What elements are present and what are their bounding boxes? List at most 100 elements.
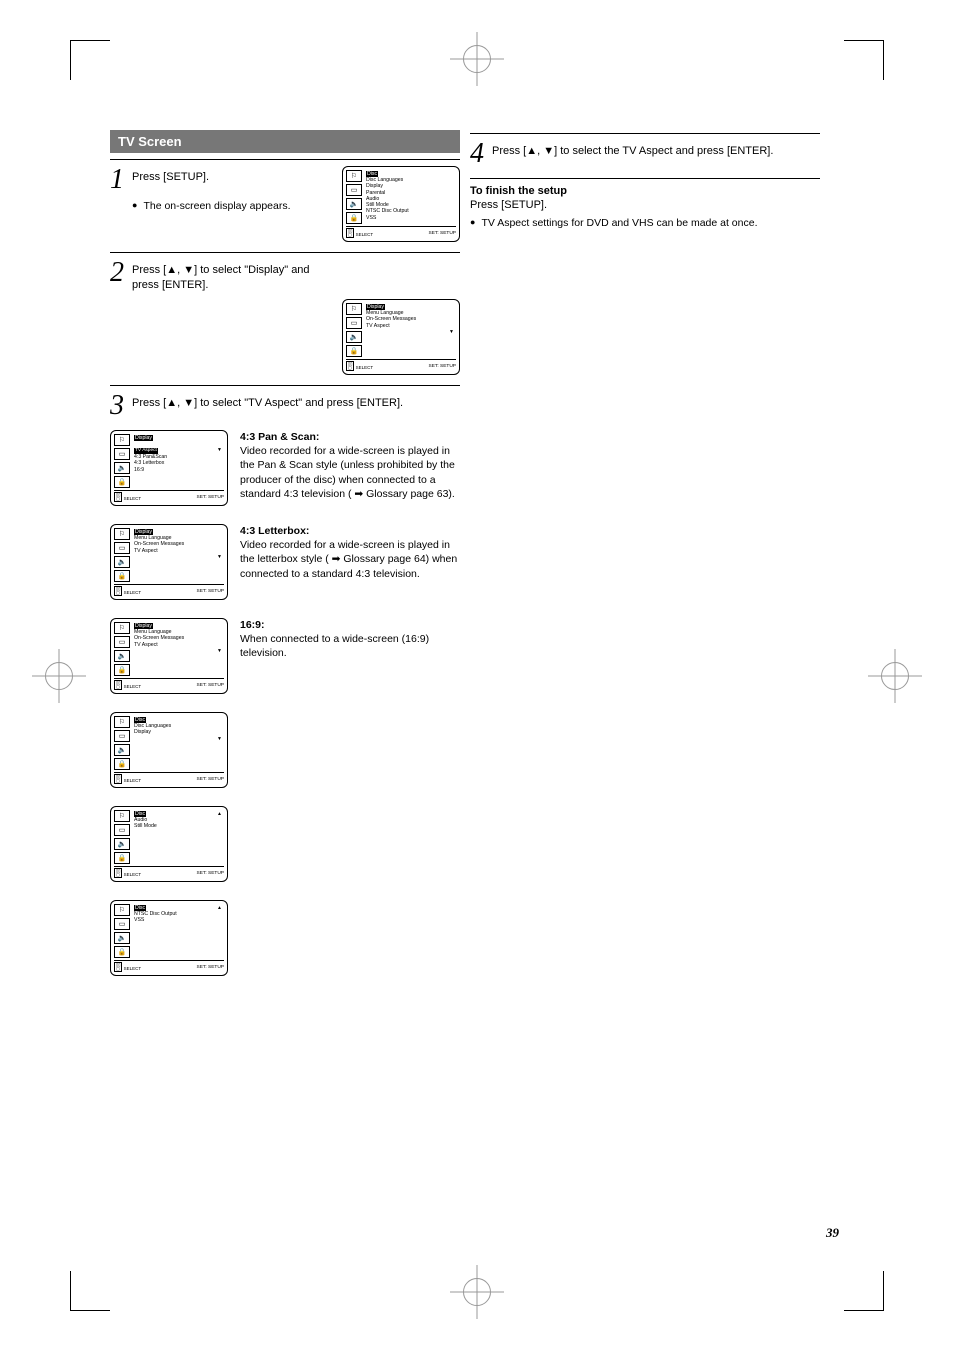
speaker-icon: 🔈 — [346, 331, 362, 343]
up-arrow-icon: ▲ — [217, 811, 222, 817]
osd-v3-fm: SET: SETUP — [197, 683, 224, 688]
to-finish-bullet: TV Aspect settings for DVD and VHS can b… — [481, 217, 757, 231]
crop-mark-tr — [844, 40, 884, 80]
flag-icon: ⚐ — [114, 716, 130, 728]
step-number-2: 2 — [110, 259, 124, 287]
crop-mark-tl — [70, 40, 110, 80]
step-1: 1 Press [SETUP]. ● The on-screen display… — [110, 166, 460, 242]
bullet-icon: ● — [470, 217, 475, 231]
flag-icon: ⚐ — [114, 528, 130, 540]
flag-icon: ⚐ — [346, 170, 362, 182]
lock-icon: 🔒 — [114, 476, 130, 488]
speaker-icon: 🔈 — [346, 198, 362, 210]
osd-v4-i1: Display — [134, 729, 222, 735]
down-arrow-icon: ▼ — [217, 554, 222, 560]
crop-mark-br — [844, 1271, 884, 1311]
osd-v4-fl: SELECT — [124, 778, 142, 783]
lock-icon: 🔒 — [114, 946, 130, 958]
osd-screenshot-2: ⚐ ▭ 🔈 🔒 Display Menu Language On-Screen … — [342, 299, 460, 375]
osd-variant-5: ⚐ ▭ 🔈 🔒 Disc ▲ Audio Still Mode ▯▯▢ SELE… — [110, 806, 228, 882]
step-3: 3 Press [▲, ▼] to select "TV Aspect" and… — [110, 392, 460, 420]
tv-icon: ▭ — [346, 317, 362, 329]
osd-variant-3: ⚐ ▭ 🔈 🔒 Display Menu Language On-Screen … — [110, 618, 228, 694]
speaker-icon: 🔈 — [114, 650, 130, 662]
tv-icon: ▭ — [114, 730, 130, 742]
osd-screenshot-1: ⚐ ▭ 🔈 🔒 Disc Disc Languages Display Pare… — [342, 166, 460, 242]
osd-v1-fm: SET: SETUP — [197, 495, 224, 500]
step-number-3: 3 — [110, 392, 124, 420]
tv-icon: ▭ — [114, 542, 130, 554]
wide-title: 16:9: — [240, 618, 460, 632]
step-2-text: Press [▲, ▼] to select "Display" and pre… — [132, 259, 332, 293]
osd2-fm: SET: SETUP — [429, 364, 456, 369]
lock-icon: 🔒 — [114, 570, 130, 582]
osd-v5-fl: SELECT — [124, 872, 142, 877]
speaker-icon: 🔈 — [114, 744, 130, 756]
divider — [110, 385, 460, 386]
down-arrow-icon: ▼ — [217, 736, 222, 742]
step-4: 4 Press [▲, ▼] to select the TV Aspect a… — [470, 140, 820, 168]
speaker-icon: 🔈 — [114, 556, 130, 568]
registration-mark-right — [868, 649, 922, 703]
osd1-fm: SET: SETUP — [429, 231, 456, 236]
up-arrow-icon: ▲ — [217, 905, 222, 911]
divider — [110, 159, 460, 160]
wide-text: When connected to a wide-screen (16:9) t… — [240, 632, 460, 660]
osd-v1-fl: SELECT — [124, 496, 142, 501]
step-1-bullet: The on-screen display appears. — [143, 200, 290, 214]
down-arrow-icon: ▼ — [217, 447, 222, 453]
left-column: TV Screen 1 Press [SETUP]. ● The on-scre… — [110, 130, 460, 976]
osd-variants: ⚐ ▭ 🔈 🔒 Display ▼ TV Aspect 4:3 Pan&Scan… — [110, 430, 460, 976]
osd1-i6: VSS — [366, 215, 454, 221]
registration-mark-left — [32, 649, 86, 703]
to-finish-body: Press [SETUP]. — [470, 199, 820, 211]
flag-icon: ⚐ — [346, 303, 362, 315]
osd-variant-1: ⚐ ▭ 🔈 🔒 Display ▼ TV Aspect 4:3 Pan&Scan… — [110, 430, 228, 506]
down-arrow-icon: ▼ — [449, 329, 454, 335]
step-1-text: Press [SETUP]. — [132, 166, 209, 185]
lb-text: Video recorded for a wide-screen is play… — [240, 538, 460, 581]
right-arrow-icon: ➡ — [332, 553, 341, 565]
osd-v2-fm: SET: SETUP — [197, 589, 224, 594]
speaker-icon: 🔈 — [114, 838, 130, 850]
osd2-fl: SELECT — [356, 365, 374, 370]
page-number: 39 — [826, 1225, 839, 1241]
lb-title: 4:3 Letterbox: — [240, 524, 460, 538]
section-heading-tv-screen: TV Screen — [110, 130, 460, 153]
divider — [470, 178, 820, 179]
up-down-icon: ▲, ▼ — [166, 264, 194, 276]
osd-v1-i2: 16:9 — [134, 467, 222, 473]
divider — [110, 252, 460, 253]
osd-variant-4: ⚐ ▭ 🔈 🔒 Disc Disc Languages Display ▼ ▯▯… — [110, 712, 228, 788]
tv-icon: ▭ — [114, 824, 130, 836]
lock-icon: 🔒 — [114, 758, 130, 770]
divider — [470, 133, 820, 134]
tv-icon: ▭ — [346, 184, 362, 196]
flag-icon: ⚐ — [114, 904, 130, 916]
lock-icon: 🔒 — [346, 212, 362, 224]
osd-v2-fl: SELECT — [124, 590, 142, 595]
step-number-1: 1 — [110, 166, 124, 194]
tv-icon: ▭ — [114, 448, 130, 460]
tv-icon: ▭ — [114, 636, 130, 648]
lock-icon: 🔒 — [114, 664, 130, 676]
osd-variant-6: ⚐ ▭ 🔈 🔒 Disc ▲ NTSC Disc Output VSS ▯▯▢ … — [110, 900, 228, 976]
osd-variant-2: ⚐ ▭ 🔈 🔒 Display Menu Language On-Screen … — [110, 524, 228, 600]
step-2: 2 Press [▲, ▼] to select "Display" and p… — [110, 259, 460, 375]
osd-v6-fl: SELECT — [124, 966, 142, 971]
flag-icon: ⚐ — [114, 622, 130, 634]
osd-v5-i4: Still Mode — [134, 823, 222, 829]
osd-v6-fm: SET: SETUP — [197, 965, 224, 970]
osd1-fl: SELECT — [356, 232, 374, 237]
step-number-4: 4 — [470, 140, 484, 168]
lock-icon: 🔒 — [114, 852, 130, 864]
up-down-icon: ▲, ▼ — [166, 397, 194, 409]
right-column: 4 Press [▲, ▼] to select the TV Aspect a… — [470, 130, 820, 231]
osd-v5-fm: SET: SETUP — [197, 871, 224, 876]
registration-mark-top — [450, 32, 504, 86]
osd-v6-i6: VSS — [134, 917, 222, 923]
osd-v4-fm: SET: SETUP — [197, 777, 224, 782]
lock-icon: 🔒 — [346, 345, 362, 357]
osd-v1-title: Display — [134, 435, 153, 441]
step-3-text: Press [▲, ▼] to select "TV Aspect" and p… — [132, 392, 403, 411]
